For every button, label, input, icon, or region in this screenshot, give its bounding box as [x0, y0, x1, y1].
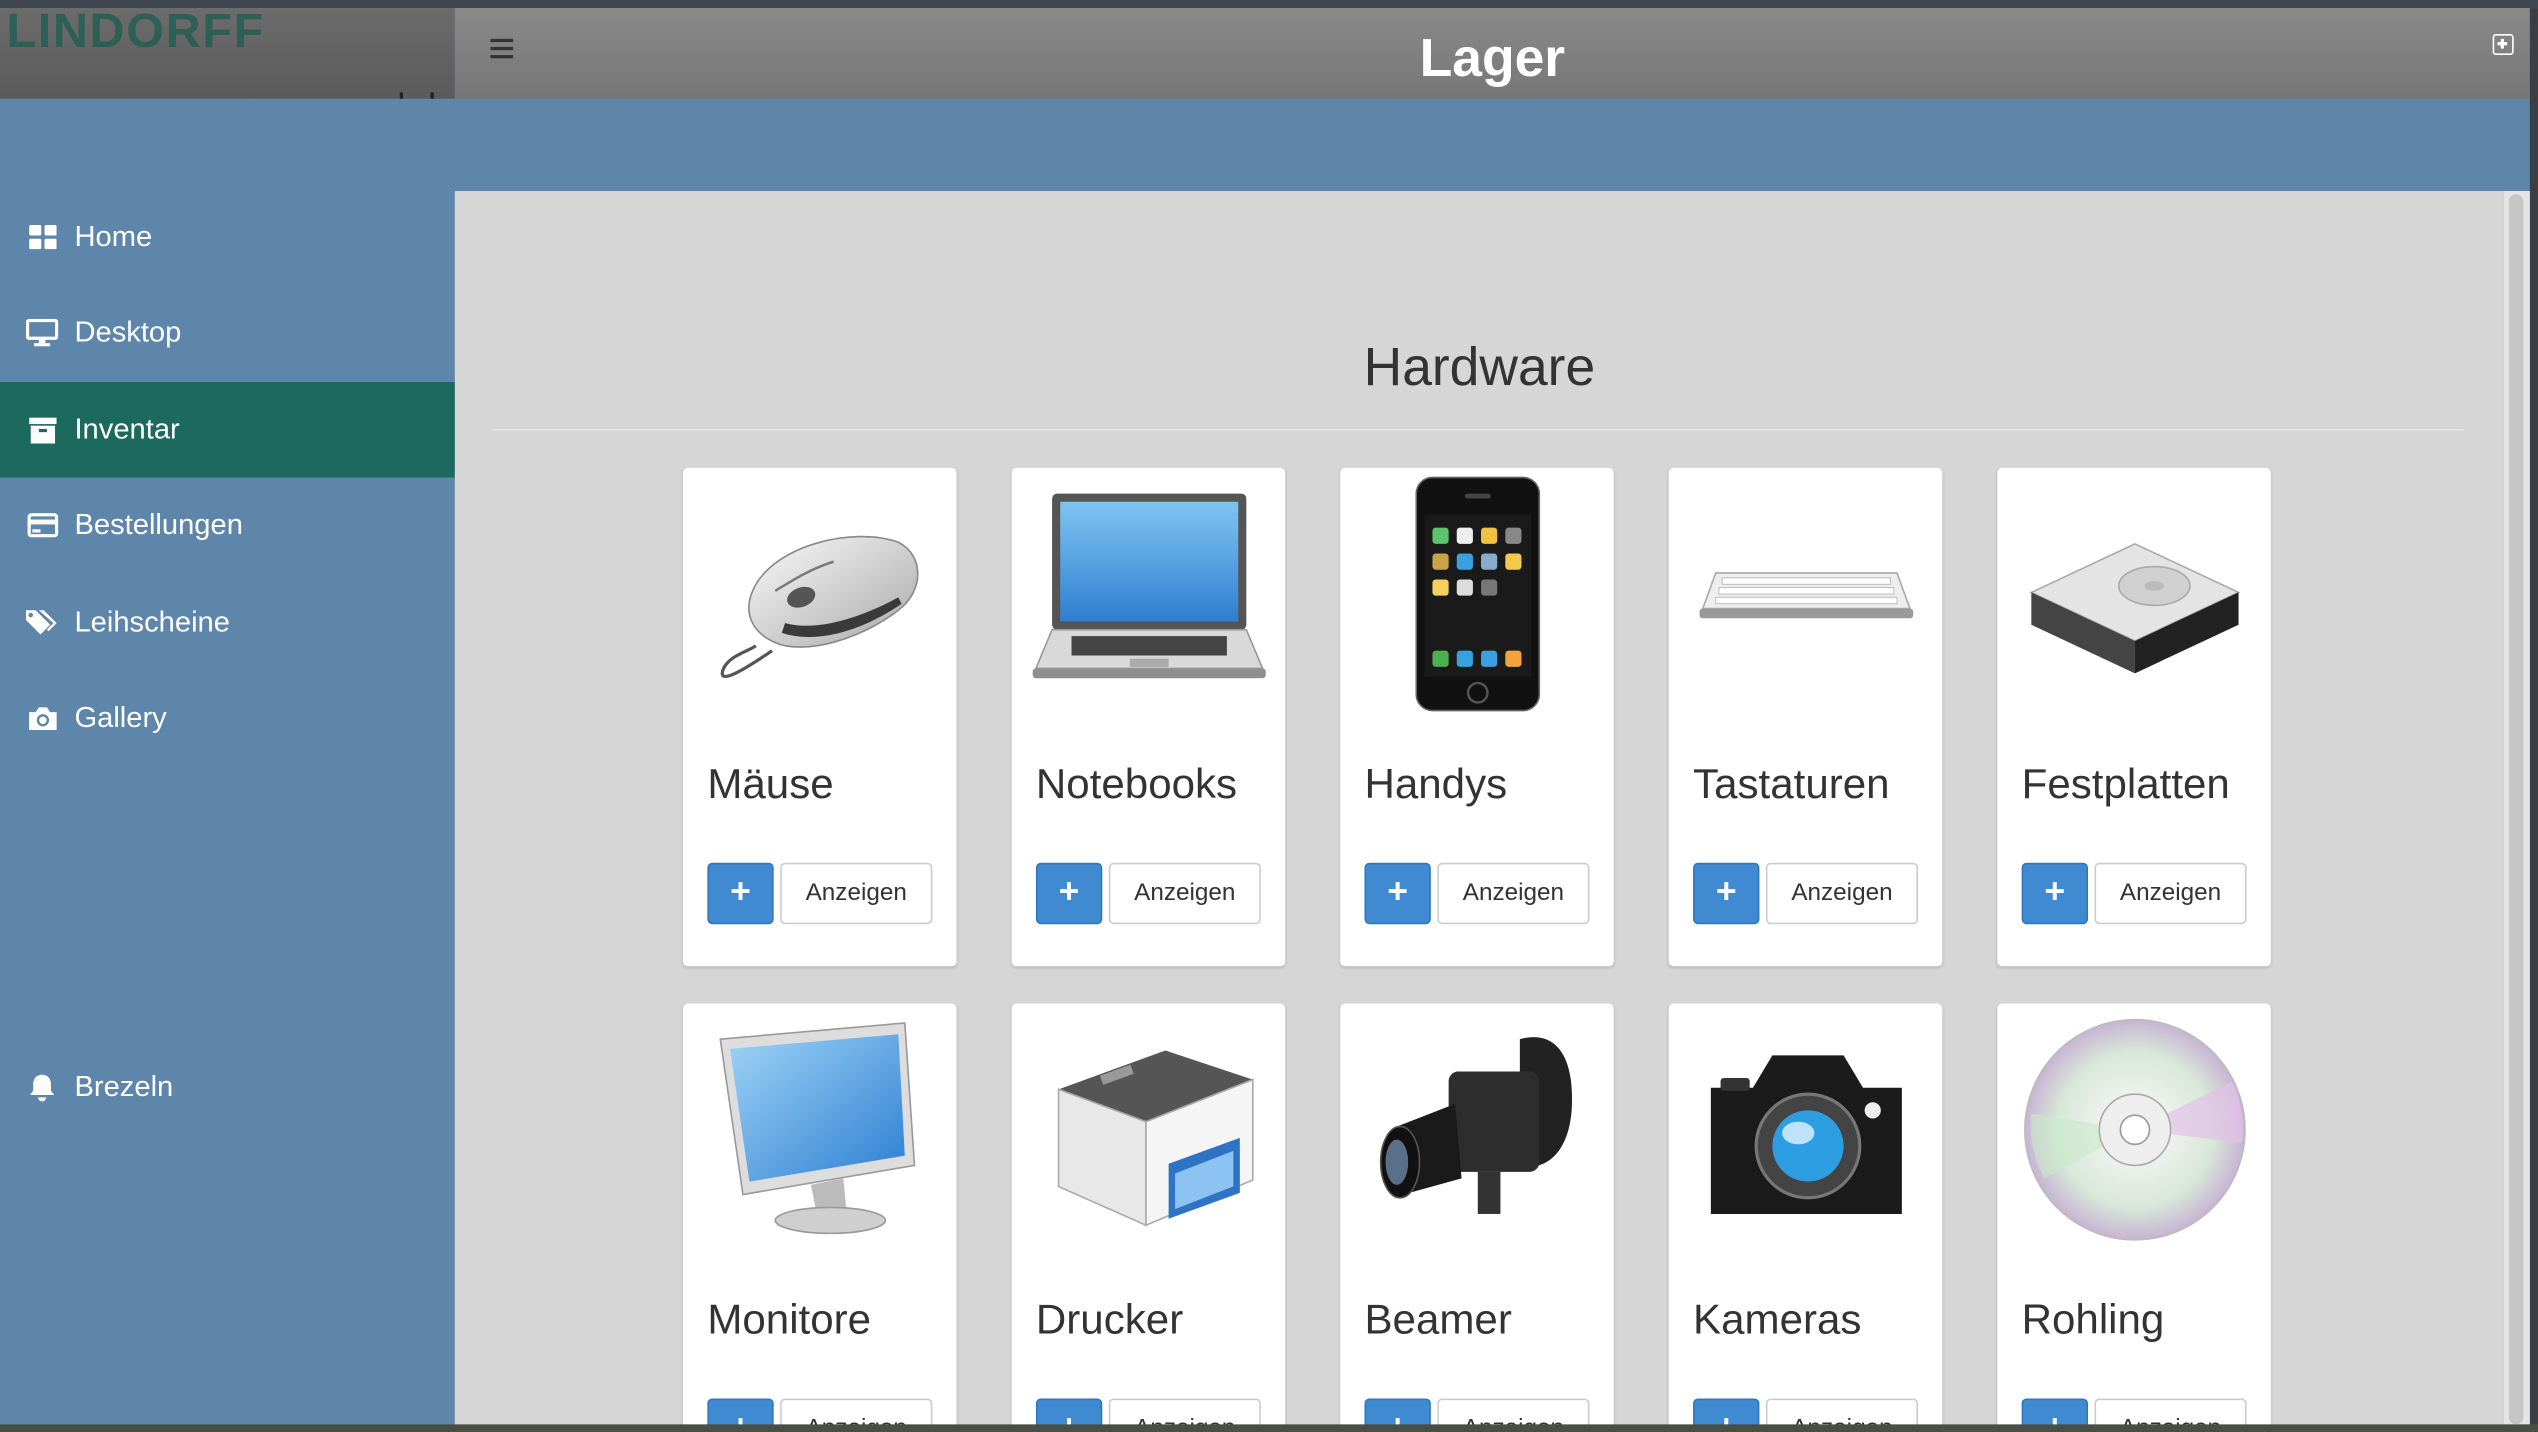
sidebar-item-label: Desktop: [74, 315, 182, 348]
card-title: Tastaturen: [1693, 759, 1890, 808]
add-button[interactable]: +: [1035, 862, 1103, 925]
add-button[interactable]: +: [707, 862, 774, 925]
add-button[interactable]: +: [1693, 862, 1760, 925]
sidebar-item-inventar[interactable]: Inventar: [0, 381, 455, 478]
credit-card-icon: [26, 511, 58, 540]
sidebar-item-desktop[interactable]: Desktop: [0, 285, 455, 380]
card-title: Drucker: [1035, 1294, 1184, 1344]
sidebar-item-label: Brezeln: [74, 1069, 174, 1103]
printer-icon: [1028, 1010, 1269, 1250]
laptop-icon: [1028, 474, 1269, 714]
top-navbar: Lager: [454, 8, 2530, 99]
card-title: Beamer: [1364, 1294, 1512, 1344]
card-title: Notebooks: [1035, 759, 1238, 808]
category-card-beamer: Beamer + Anzeigen: [1340, 1003, 1614, 1432]
sidebar-item-bestellungen[interactable]: Bestellungen: [0, 477, 455, 572]
card-title: Mäuse: [707, 759, 834, 808]
category-card-tastaturen: Tastaturen + Anzeigen: [1668, 467, 1943, 967]
keyboard-icon: [1685, 474, 1926, 714]
tags-icon: [25, 608, 58, 637]
brand-area: LINDORFF: [0, 8, 455, 99]
disc-icon: [2014, 1010, 2255, 1250]
brand-logo: LINDORFF: [6, 8, 265, 59]
window-top-border: [0, 0, 2538, 9]
category-card-notebooks: Notebooks + Anzeigen: [1011, 467, 1286, 967]
mouse-icon: [699, 474, 940, 714]
desktop-icon: [25, 318, 59, 347]
category-card-handys: Handys + Anzeigen: [1340, 467, 1614, 967]
camera-icon: [1685, 1010, 1926, 1250]
archive-icon: [26, 415, 58, 444]
card-title: Festplatten: [2021, 759, 2230, 808]
sidebar-item-gallery[interactable]: Gallery: [0, 670, 455, 765]
sidebar-item-label: Bestellungen: [74, 508, 243, 541]
sidebar-item-leihscheine[interactable]: Leihscheine: [0, 575, 455, 670]
card-title: Monitore: [707, 1294, 872, 1344]
hard-drive-icon: [2014, 474, 2255, 714]
show-button[interactable]: Anzeigen: [2094, 862, 2247, 925]
category-card-drucker: Drucker + Anzeigen: [1011, 1003, 1286, 1432]
monitor-icon: [699, 1010, 940, 1250]
expand-icon[interactable]: [2492, 33, 2514, 56]
show-button[interactable]: Anzeigen: [1437, 862, 1590, 925]
sidebar-item-label: Home: [74, 220, 153, 253]
window-right-border: [2529, 8, 2538, 1432]
sidebar-item-home[interactable]: Home: [0, 189, 455, 284]
main-content: Hardware Mäuse + Anzeigen Notebooks + An…: [454, 190, 2504, 1432]
category-card-maeuse: Mäuse + Anzeigen: [683, 467, 957, 967]
card-title: Kameras: [1693, 1294, 1862, 1344]
sidebar-item-brezeln[interactable]: Brezeln: [0, 1039, 455, 1134]
page-title: Lager: [1419, 27, 1566, 88]
scrollbar-thumb[interactable]: [2508, 194, 2524, 1425]
camera-icon: [26, 703, 58, 732]
bell-icon: [26, 1072, 58, 1101]
card-title: Rohling: [2021, 1294, 2165, 1344]
show-button[interactable]: Anzeigen: [1108, 862, 1261, 925]
show-button[interactable]: Anzeigen: [780, 862, 933, 925]
brand-divider-mark: [430, 92, 434, 99]
category-card-monitore: Monitore + Anzeigen: [683, 1003, 957, 1432]
show-button[interactable]: Anzeigen: [1765, 862, 1919, 925]
section-divider: [492, 428, 2464, 431]
category-card-rohling: Rohling + Anzeigen: [1997, 1003, 2271, 1432]
add-button[interactable]: +: [1364, 862, 1431, 925]
card-title: Handys: [1364, 759, 1508, 808]
sidebar-item-label: Inventar: [74, 412, 180, 446]
phone-icon: [1356, 474, 1597, 714]
video-camera-icon: [1356, 1010, 1597, 1250]
section-title: Hardware: [1363, 336, 1596, 397]
category-card-kameras: Kameras + Anzeigen: [1668, 1003, 1943, 1432]
sidebar-item-label: Gallery: [74, 700, 167, 734]
dashboard-icon: [26, 223, 58, 252]
app-window: LINDORFF Lager Home Desktop Inventar Bes…: [0, 0, 2538, 1432]
window-bottom-border: [0, 1424, 2538, 1432]
sidebar-item-label: Leihscheine: [74, 605, 230, 638]
category-card-festplatten: Festplatten + Anzeigen: [1997, 467, 2271, 967]
brand-divider-mark: [399, 92, 404, 99]
add-button[interactable]: +: [2021, 862, 2088, 925]
